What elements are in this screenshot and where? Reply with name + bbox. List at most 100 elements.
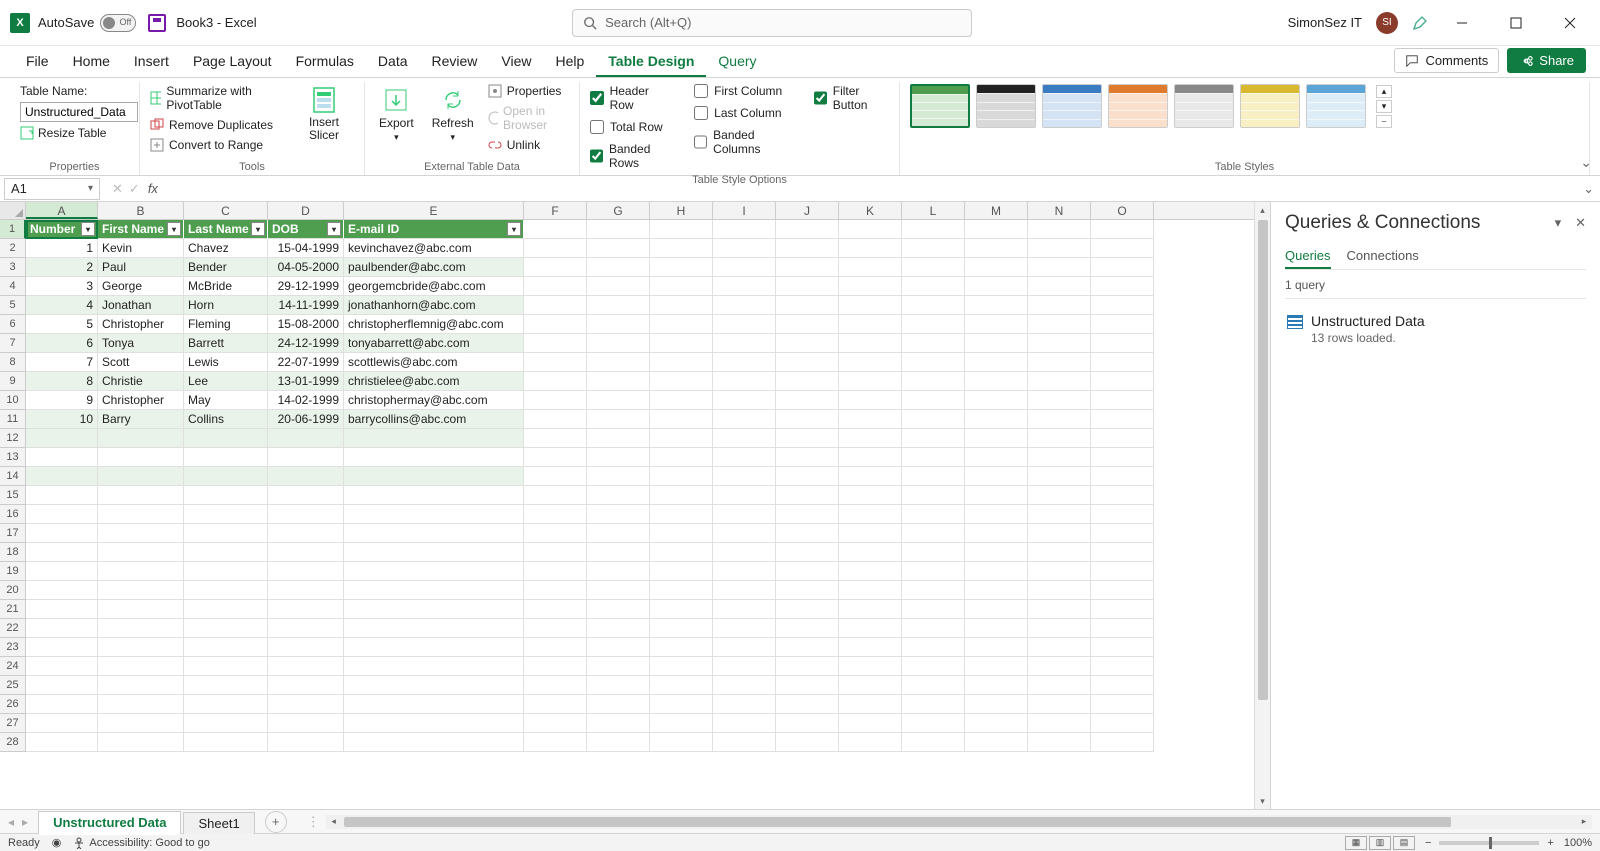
cell[interactable]: Lee [184,372,268,391]
cell[interactable] [184,695,268,714]
cell[interactable] [344,619,524,638]
cell[interactable] [776,695,839,714]
cell[interactable] [1028,372,1091,391]
cell[interactable] [184,467,268,486]
cell[interactable]: 1 [26,239,98,258]
cell[interactable] [268,524,344,543]
cell[interactable] [902,562,965,581]
cell[interactable]: Last Name▾ [184,220,268,239]
styles-down-button[interactable]: ▾ [1376,100,1392,113]
view-layout-button[interactable]: ▥ [1369,836,1391,850]
row-header[interactable]: 20 [0,581,26,600]
filter-icon[interactable]: ▾ [167,222,181,236]
cell[interactable] [776,448,839,467]
cell[interactable] [776,391,839,410]
cell[interactable] [713,581,776,600]
cell[interactable] [650,657,713,676]
cell[interactable] [587,562,650,581]
cell[interactable] [268,543,344,562]
cell[interactable] [650,220,713,239]
refresh-button[interactable]: Refresh▾ [428,84,478,152]
cell[interactable] [98,543,184,562]
cell[interactable] [587,334,650,353]
cell[interactable] [524,486,587,505]
zoom-percent[interactable]: 100% [1564,837,1592,849]
cell[interactable]: scottlewis@abc.com [344,353,524,372]
col-header-F[interactable]: F [524,202,587,219]
cell[interactable] [524,315,587,334]
remove-duplicates-button[interactable]: Remove Duplicates [150,118,284,132]
cell[interactable] [98,600,184,619]
cell[interactable] [344,676,524,695]
cell[interactable]: Chavez [184,239,268,258]
chk-total-row[interactable]: Total Row [590,120,674,134]
style-blue[interactable] [1042,84,1102,128]
cell[interactable] [965,524,1028,543]
cell[interactable] [839,524,902,543]
cell[interactable] [902,467,965,486]
cell[interactable] [98,562,184,581]
col-header-H[interactable]: H [650,202,713,219]
cell[interactable]: barrycollins@abc.com [344,410,524,429]
cell[interactable] [650,277,713,296]
row-header[interactable]: 2 [0,239,26,258]
tab-data[interactable]: Data [366,47,420,77]
cell[interactable]: paulbender@abc.com [344,258,524,277]
cell[interactable] [587,296,650,315]
cell[interactable]: tonyabarrett@abc.com [344,334,524,353]
cell[interactable] [524,733,587,752]
cell[interactable]: Bender [184,258,268,277]
cell[interactable] [839,277,902,296]
cell[interactable] [839,581,902,600]
cell[interactable] [1091,714,1154,733]
row-header[interactable]: 5 [0,296,26,315]
cell[interactable] [713,695,776,714]
cell[interactable] [713,676,776,695]
view-break-button[interactable]: ▤ [1393,836,1415,850]
cell[interactable] [839,258,902,277]
cell[interactable] [965,581,1028,600]
cell[interactable] [587,505,650,524]
cell[interactable] [1028,619,1091,638]
cell[interactable] [98,619,184,638]
cell[interactable] [902,619,965,638]
cell[interactable] [965,372,1028,391]
zoom-in-button[interactable]: + [1547,837,1553,849]
cell[interactable] [713,334,776,353]
cell[interactable] [1091,353,1154,372]
cell[interactable] [184,581,268,600]
cell[interactable] [1091,657,1154,676]
chk-header-row[interactable]: Header Row [590,84,674,112]
cell[interactable] [184,448,268,467]
cell[interactable] [713,372,776,391]
row-header[interactable]: 16 [0,505,26,524]
col-header-M[interactable]: M [965,202,1028,219]
cell[interactable] [268,505,344,524]
cell[interactable] [776,600,839,619]
cell[interactable]: E-mail ID▾ [344,220,524,239]
unlink-button[interactable]: Unlink [488,138,569,152]
cell[interactable] [587,448,650,467]
tab-formulas[interactable]: Formulas [284,47,366,77]
cell[interactable]: Horn [184,296,268,315]
cell[interactable] [839,619,902,638]
cell[interactable] [965,562,1028,581]
cell[interactable] [650,353,713,372]
cell[interactable] [1028,410,1091,429]
cell[interactable] [713,619,776,638]
cell[interactable] [839,239,902,258]
col-header-B[interactable]: B [98,202,184,219]
cell[interactable] [1028,543,1091,562]
cell[interactable] [524,296,587,315]
cell[interactable]: 15-04-1999 [268,239,344,258]
zoom-slider[interactable] [1439,841,1539,845]
cell[interactable]: 20-06-1999 [268,410,344,429]
sheet-tab-active[interactable]: Unstructured Data [38,811,181,835]
cell[interactable] [344,695,524,714]
cell[interactable] [776,581,839,600]
row-header[interactable]: 25 [0,676,26,695]
hscroll-left[interactable]: ◂ [326,816,342,827]
cell[interactable] [839,733,902,752]
cell[interactable] [524,657,587,676]
cell[interactable] [839,638,902,657]
